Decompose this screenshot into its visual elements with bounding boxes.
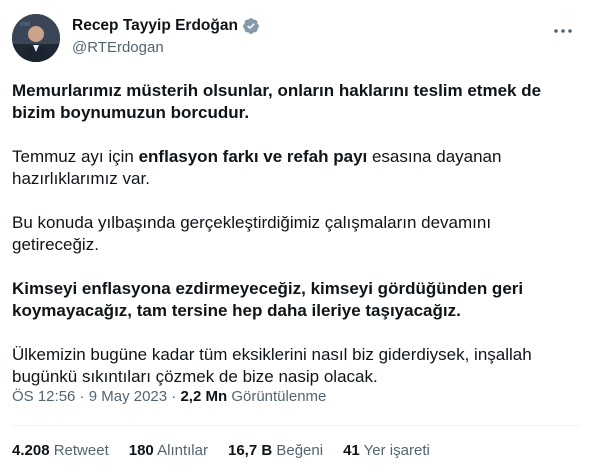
stat-count: 180 bbox=[128, 442, 154, 459]
tweet-paragraph-3: Bu konuda yılbaşında gerçekleştirdiğimiz… bbox=[12, 213, 492, 254]
stat-bookmarks[interactable]: 41 Yer işareti bbox=[343, 441, 430, 461]
author-handle[interactable]: @RTErdogan bbox=[72, 38, 260, 58]
tweet-stats: 4.208 Retweet 180 Alıntılar 16,7 B Beğen… bbox=[12, 441, 430, 461]
tweet-time[interactable]: ÖS 12:56 bbox=[12, 388, 75, 405]
stat-count: 4.208 bbox=[12, 442, 50, 459]
divider bbox=[12, 425, 580, 426]
stat-label: Alıntılar bbox=[157, 442, 208, 459]
stat-likes[interactable]: 16,7 B Beğeni bbox=[228, 441, 323, 461]
tweet-card: Recep Tayyip Erdoğan @RTErdogan Memurlar… bbox=[0, 0, 592, 469]
views-count: 2,2 Mn bbox=[180, 388, 228, 405]
stat-label: Yer işareti bbox=[363, 442, 430, 459]
avatar-image bbox=[12, 14, 60, 62]
stat-label: Beğeni bbox=[276, 442, 324, 459]
stat-count: 41 bbox=[343, 442, 360, 459]
tweet-paragraph-5: Ülkemizin bugüne kadar tüm eksiklerini n… bbox=[12, 345, 532, 386]
stat-label: Retweet bbox=[53, 442, 109, 459]
stat-count: 16,7 B bbox=[227, 442, 273, 459]
tweet-meta: ÖS 12:56 · 9 May 2023 · 2,2 Mn Görüntüle… bbox=[12, 387, 326, 407]
meta-separator: · bbox=[75, 388, 89, 405]
tweet-date[interactable]: 9 May 2023 bbox=[89, 388, 167, 405]
tweet-paragraph-2: Temmuz ayı için enflasyon farkı ve refah… bbox=[12, 146, 572, 190]
stat-retweets[interactable]: 4.208 Retweet bbox=[12, 441, 109, 461]
tweet-paragraph-1: Memurlarımız müsterih olsunlar, onların … bbox=[12, 81, 542, 122]
views-label: Görüntülenme bbox=[231, 388, 327, 405]
tweet-text: Memurlarımız müsterih olsunlar, onların … bbox=[12, 80, 572, 410]
more-options-icon[interactable] bbox=[552, 22, 574, 40]
tweet-paragraph-4: Kimseyi enflasyona ezdirmeyeceğiz, kimse… bbox=[12, 279, 524, 320]
verified-badge-icon[interactable] bbox=[242, 17, 260, 35]
tweet-p2-part-a: Temmuz ayı için bbox=[12, 147, 139, 166]
meta-separator-2: · bbox=[167, 388, 181, 405]
author-display-name[interactable]: Recep Tayyip Erdoğan bbox=[72, 16, 238, 36]
tweet-p2-part-b: enflasyon farkı ve refah payı bbox=[138, 147, 368, 166]
author-names: Recep Tayyip Erdoğan @RTErdogan bbox=[72, 16, 260, 58]
avatar[interactable] bbox=[12, 14, 60, 62]
tweet-header: Recep Tayyip Erdoğan @RTErdogan bbox=[12, 12, 580, 64]
author-display-name-row[interactable]: Recep Tayyip Erdoğan bbox=[72, 16, 260, 36]
stat-quotes[interactable]: 180 Alıntılar bbox=[129, 441, 208, 461]
